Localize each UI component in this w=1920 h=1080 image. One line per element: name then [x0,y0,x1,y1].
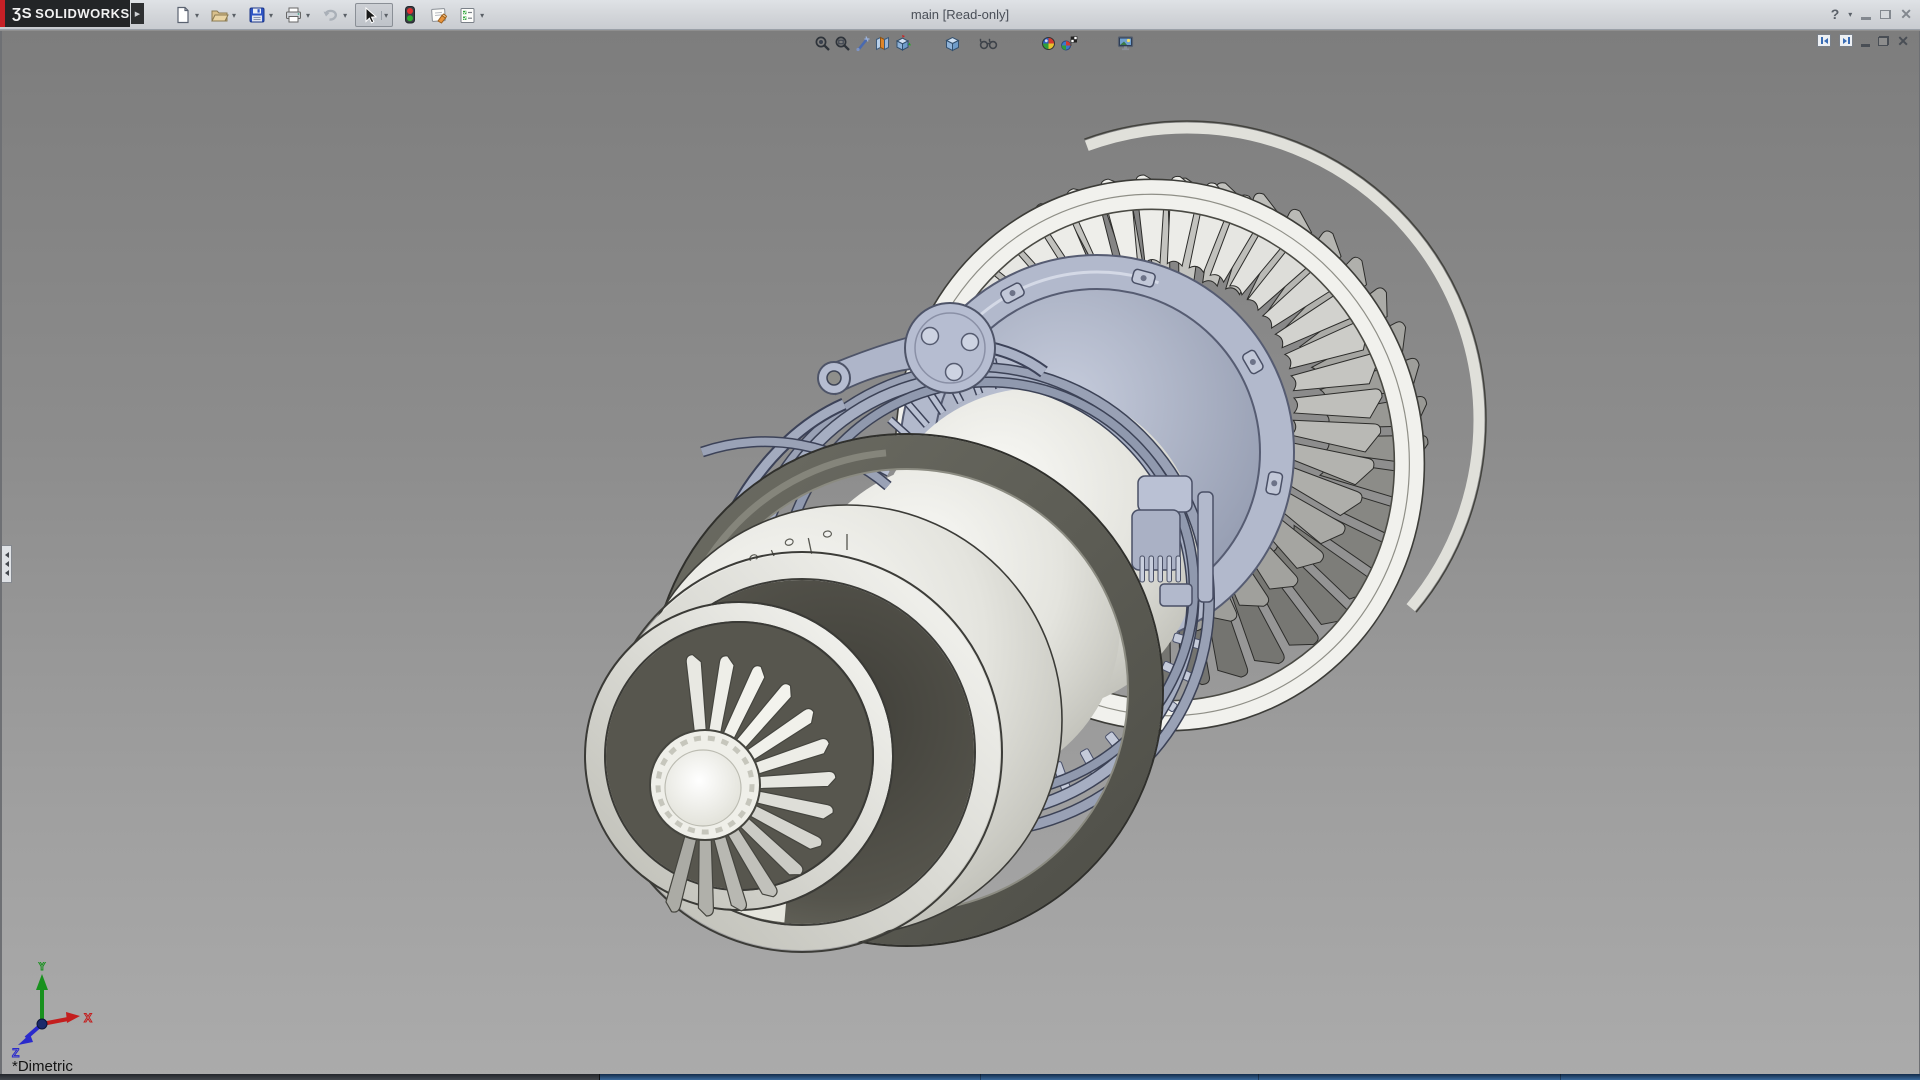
hide-show-items-button[interactable] [978,33,998,53]
collapse-left-pane-button[interactable] [1817,34,1831,47]
statusbar-right-segment [600,1074,1920,1080]
app-close-button[interactable]: ✕ [1900,9,1912,19]
print-icon [283,5,304,26]
open-folder-icon [209,5,230,26]
view-orientation-button[interactable] [892,33,912,53]
save-floppy-icon [246,5,267,26]
solidworks-window: ƷSSOLIDWORKS ▶ ▾ ▾ ▾ ▾ [0,0,1920,1080]
dropdown-arrow-icon[interactable]: ▾ [304,11,312,20]
solidworks-logo: ƷSSOLIDWORKS [0,0,130,27]
app-minimize-button[interactable] [1861,17,1871,20]
doc-restore-button[interactable] [1878,36,1889,46]
help-button[interactable]: ? [1831,6,1840,22]
doc-minimize-button[interactable] [1861,44,1870,47]
dropdown-arrow-icon[interactable]: ▾ [478,11,486,20]
app-restore-button[interactable] [1880,10,1891,19]
zoom-to-area-button[interactable] [832,33,852,53]
dropdown-arrow-icon[interactable]: ▾ [341,11,349,20]
pane-bar-icon [1821,37,1823,44]
triad-x-label: X [84,1011,92,1025]
feature-tree-collapsed-tab[interactable] [2,545,12,583]
standard-toolbar: ▾ ▾ ▾ ▾ ▾ [170,2,488,28]
comment-note-icon [428,5,449,26]
brand-name: SOLIDWORKS [35,6,130,21]
save-button[interactable]: ▾ [244,3,277,27]
new-document-icon [172,5,193,26]
magnify-wand-button[interactable] [852,33,872,53]
display-style-button[interactable] [942,33,962,53]
help-dropdown-arrow-icon[interactable]: ▾ [1848,10,1852,19]
titlebar-window-controls: ? ▾ ✕ [1831,0,1912,28]
open-button[interactable]: ▾ [207,3,240,27]
triad-y-label: Y [38,962,46,973]
select-tool-button[interactable]: ▾ [355,3,393,27]
stoplight-button[interactable] [397,3,422,27]
chevron-left-icon [5,570,9,576]
pane-bar-icon [1848,37,1850,44]
statusbar [0,1074,1920,1080]
view-settings-button[interactable] [1116,33,1136,53]
jet-engine-model [2,31,1920,1080]
chevron-right-icon [1843,38,1847,44]
statusbar-left-segment [0,1074,599,1080]
options-button[interactable]: ▾ [455,3,488,27]
dropdown-arrow-icon[interactable]: ▾ [193,11,201,20]
print-button[interactable]: ▾ [281,3,314,27]
section-view-button[interactable] [872,33,892,53]
chevron-left-icon [5,552,9,558]
doc-close-button[interactable]: ✕ [1897,35,1909,47]
zoom-to-fit-button[interactable] [812,33,832,53]
comment-button[interactable] [426,3,451,27]
logo-3s-icon: ƷS [12,5,35,22]
dropdown-arrow-icon[interactable]: ▾ [267,11,275,20]
dropdown-arrow-icon[interactable]: ▾ [381,11,390,20]
select-cursor-icon [358,5,379,26]
headsup-view-toolbar [812,32,1136,54]
document-window-controls: ✕ [1817,34,1909,47]
apply-scene-button[interactable] [1058,33,1078,53]
flyout-arrow-icon: ▶ [135,10,140,18]
titlebar: ƷSSOLIDWORKS ▶ ▾ ▾ ▾ ▾ [0,0,1920,30]
graphics-viewport[interactable]: ✕ Y X Z *Dimetric [0,31,1920,1080]
menu-flyout-button[interactable]: ▶ [131,3,144,24]
edit-appearance-button[interactable] [1038,33,1058,53]
undo-icon [320,5,341,26]
chevron-left-icon [1824,38,1828,44]
undo-button[interactable]: ▾ [318,3,351,27]
options-checklist-icon [457,5,478,26]
dropdown-arrow-icon[interactable]: ▾ [230,11,238,20]
chevron-left-icon [5,561,9,567]
collapse-right-pane-button[interactable] [1839,34,1853,47]
reference-triad: Y X Z [4,962,104,1062]
new-document-button[interactable]: ▾ [170,3,203,27]
stoplight-icon [399,5,420,26]
view-orientation-label: *Dimetric [12,1058,73,1075]
